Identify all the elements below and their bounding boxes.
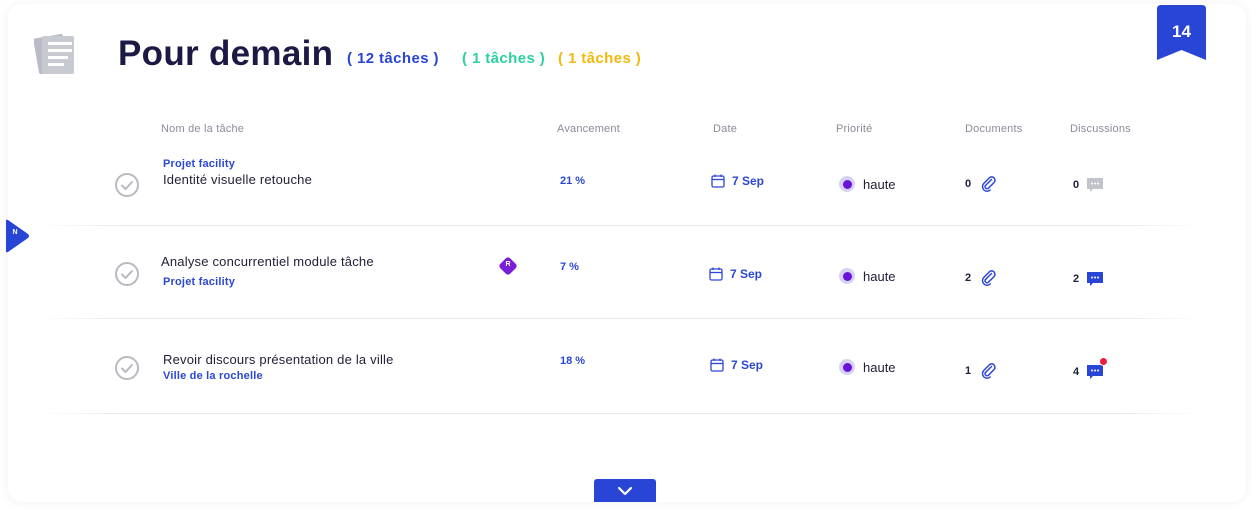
column-header-name: Nom de la tâche <box>161 123 245 135</box>
paperclip-icon[interactable] <box>981 176 997 192</box>
priority-dot-icon <box>839 176 855 192</box>
expand-list-button[interactable] <box>594 479 656 502</box>
row-divider <box>40 225 1200 226</box>
task-priority[interactable]: haute <box>839 359 896 375</box>
check-circle-icon[interactable] <box>114 261 140 287</box>
task-documents[interactable]: 1 <box>965 363 997 379</box>
task-priority[interactable]: haute <box>839 176 896 192</box>
task-documents[interactable]: 2 <box>965 270 997 286</box>
chat-icon[interactable] <box>1085 270 1105 288</box>
task-date[interactable]: 7 Sep <box>711 174 764 188</box>
side-tab-toggle[interactable]: N <box>6 219 30 253</box>
check-circle-icon[interactable] <box>114 355 140 381</box>
task-discussions[interactable]: 4 <box>1073 357 1109 381</box>
day-badge: 14 <box>1157 5 1206 61</box>
task-name[interactable]: Revoir discours présentation de la ville <box>163 352 394 367</box>
discussions-count: 4 <box>1073 366 1080 378</box>
task-date-text: 7 Sep <box>731 358 764 372</box>
task-name[interactable]: Analyse concurrentiel module tâche <box>161 254 374 269</box>
paperclip-icon[interactable] <box>981 363 997 379</box>
priority-text: haute <box>863 359 896 375</box>
priority-text: haute <box>863 176 896 192</box>
discussions-count: 0 <box>1073 179 1080 191</box>
task-priority[interactable]: haute <box>839 268 896 284</box>
paperclip-icon[interactable] <box>981 270 997 286</box>
row-divider <box>40 413 1200 414</box>
column-header-discussions: Discussions <box>1070 123 1131 135</box>
discussions-count: 2 <box>1073 273 1080 285</box>
task-discussions[interactable]: 0 <box>1073 176 1105 194</box>
task-date-text: 7 Sep <box>732 174 765 188</box>
task-count-yellow[interactable]: ( 1 tâches ) <box>558 50 641 67</box>
side-tab-arrow-icon <box>6 219 29 253</box>
assignee-initial: R <box>505 261 511 268</box>
column-header-documents: Documents <box>965 123 1023 135</box>
column-header-date: Date <box>713 123 738 135</box>
priority-dot-icon <box>839 268 855 284</box>
side-tab-letter: N <box>12 229 18 236</box>
chat-icon[interactable] <box>1085 357 1109 381</box>
calendar-icon <box>709 267 723 281</box>
task-card <box>8 4 1246 502</box>
assignee-avatar[interactable]: R <box>497 255 519 277</box>
task-documents[interactable]: 0 <box>965 176 997 192</box>
chevron-down-icon <box>617 486 633 495</box>
documents-count: 1 <box>965 365 972 377</box>
documents-stack-icon <box>33 30 78 78</box>
task-progress: 21 % <box>560 175 586 187</box>
task-discussions[interactable]: 2 <box>1073 270 1105 288</box>
priority-dot-icon <box>839 359 855 375</box>
calendar-icon <box>711 174 725 188</box>
documents-count: 2 <box>965 272 972 284</box>
task-progress: 18 % <box>560 355 586 367</box>
task-project-link[interactable]: Projet facility <box>163 158 235 170</box>
column-header-progress: Avancement <box>557 123 620 135</box>
day-number: 14 <box>1172 22 1191 41</box>
calendar-icon <box>710 358 724 372</box>
documents-count: 0 <box>965 178 972 190</box>
task-project-link[interactable]: Projet facility <box>163 276 235 288</box>
chat-icon[interactable] <box>1085 176 1105 194</box>
task-name[interactable]: Identité visuelle retouche <box>163 172 312 187</box>
priority-text: haute <box>863 268 896 284</box>
task-date-text: 7 Sep <box>730 267 763 281</box>
task-date[interactable]: 7 Sep <box>709 267 762 281</box>
row-divider <box>40 318 1200 319</box>
page-title: Pour demain <box>118 34 334 73</box>
task-progress: 7 % <box>560 261 579 273</box>
task-count-green[interactable]: ( 1 tâches ) <box>462 50 545 67</box>
column-header-priority: Priorité <box>836 123 873 135</box>
task-project-link[interactable]: Ville de la rochelle <box>163 370 263 382</box>
task-date[interactable]: 7 Sep <box>710 358 763 372</box>
check-circle-icon[interactable] <box>114 172 140 198</box>
task-count-total[interactable]: ( 12 tâches ) <box>347 50 439 67</box>
